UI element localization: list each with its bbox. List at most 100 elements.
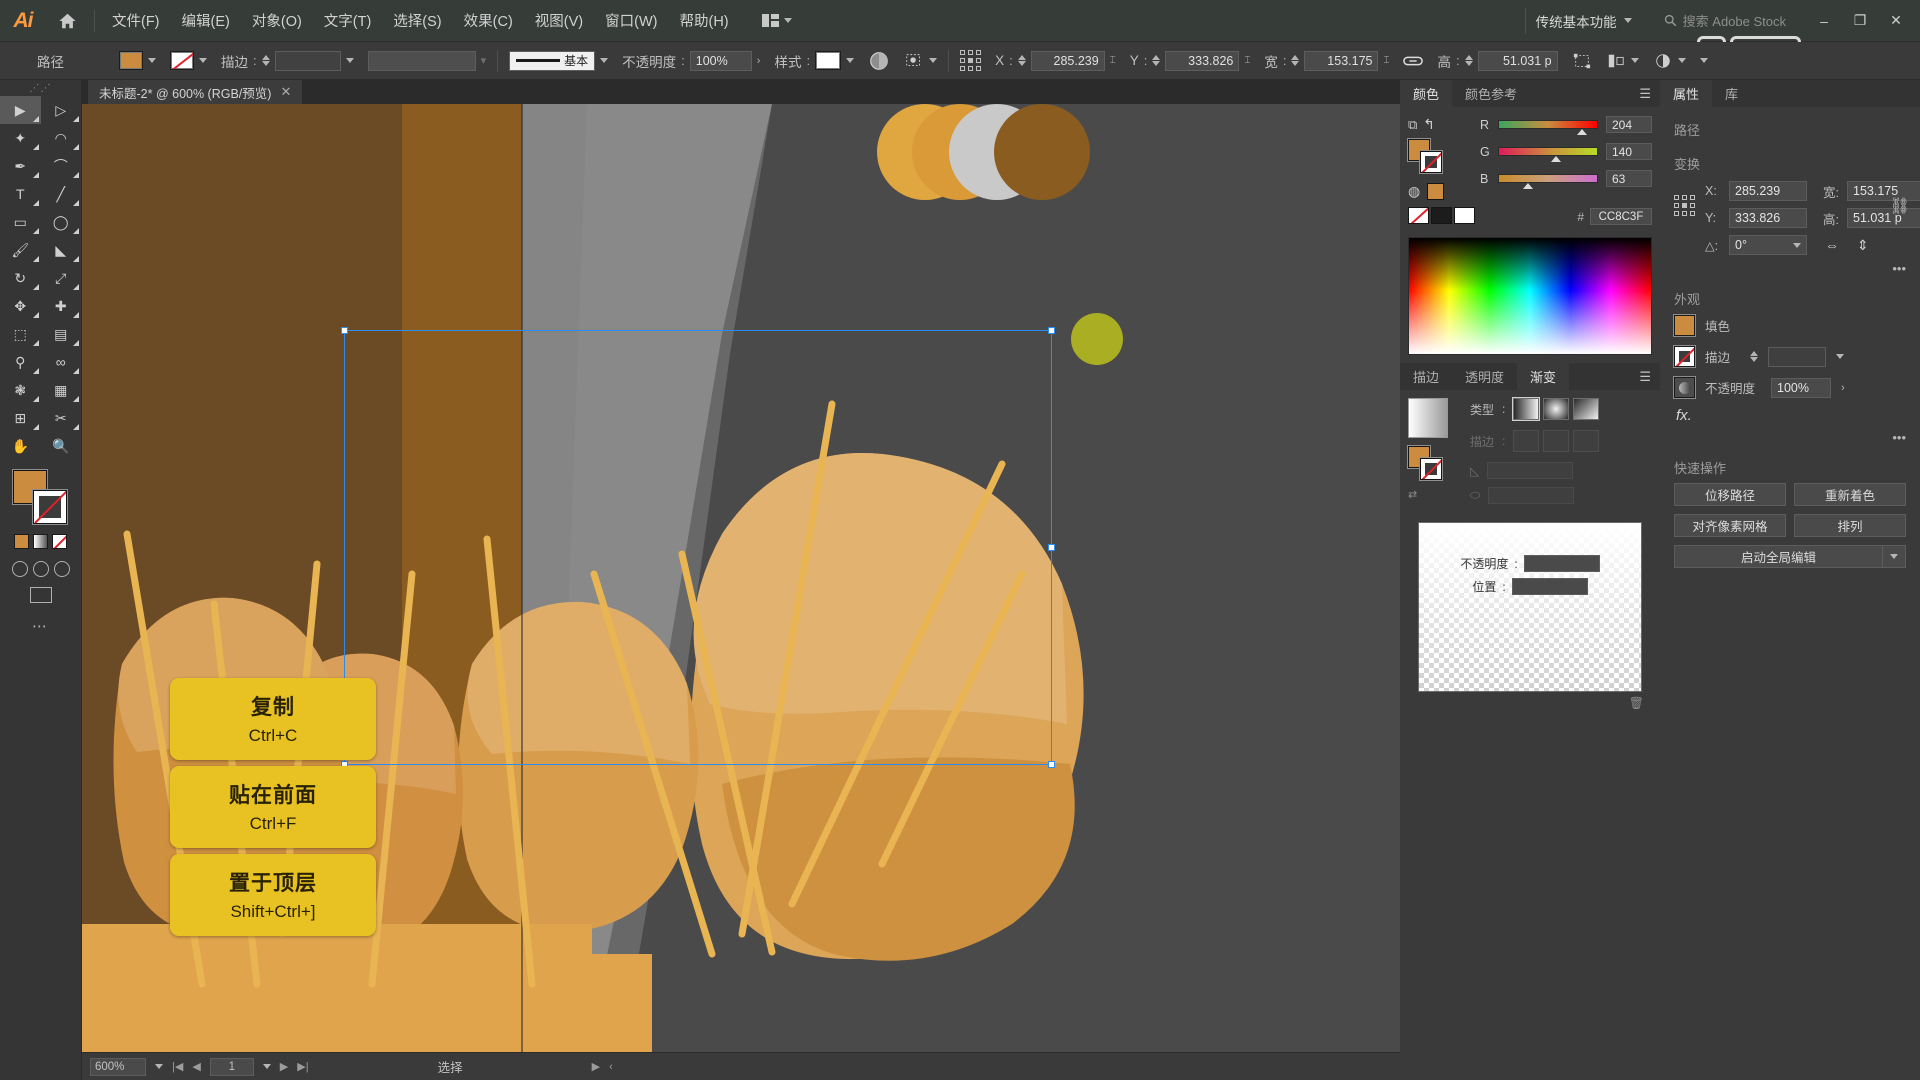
appearance-fill-swatch[interactable]: [1674, 315, 1695, 336]
hex-value-field[interactable]: CC8C3F: [1590, 208, 1652, 225]
appearance-stroke-stepper[interactable]: [1750, 351, 1759, 362]
shaper-tool[interactable]: ◣: [41, 236, 82, 264]
prev-page-icon[interactable]: ◀: [192, 1060, 200, 1073]
stroke-weight-control[interactable]: 描边 :: [214, 42, 361, 80]
symbol-sprayer-tool[interactable]: ❃: [0, 376, 41, 404]
w-field[interactable]: 153.175: [1304, 50, 1379, 71]
zoom-level-field[interactable]: 600%: [90, 1057, 146, 1076]
free-transform-tool[interactable]: ✚: [41, 292, 82, 320]
slice-tool[interactable]: ✂: [41, 404, 82, 432]
style-control[interactable]: 样式 :: [767, 42, 861, 80]
selection-handle-br[interactable]: [1048, 761, 1055, 768]
gradient-type-freeform[interactable]: [1573, 398, 1600, 420]
lasso-tool[interactable]: ◠: [41, 124, 82, 152]
prop-y-field[interactable]: 333.826: [1729, 208, 1807, 228]
stroke-weight-stepper[interactable]: [261, 55, 270, 66]
appearance-stroke-field[interactable]: [1768, 346, 1827, 367]
chevron-down-icon[interactable]: [148, 58, 156, 63]
rectangle-tool[interactable]: ▭: [0, 208, 41, 236]
toolbar-edit-icon[interactable]: ⋯: [0, 617, 81, 635]
brush-definition-control[interactable]: 基本: [502, 42, 615, 80]
selection-handle-tl[interactable]: [341, 327, 348, 334]
selection-handle-tr[interactable]: [1048, 327, 1055, 334]
flip-vertical-icon[interactable]: ⇕: [1857, 237, 1869, 254]
x-position-control[interactable]: X : 285.239 ⌶: [988, 42, 1123, 80]
canvas-artboard[interactable]: 复制 Ctrl+C 贴在前面 Ctrl+F 置于顶层 Shift+Ctrl+]: [82, 104, 1423, 1052]
panel-menu-icon[interactable]: ☰: [1639, 363, 1660, 390]
gradient-thumbnail[interactable]: [1408, 398, 1448, 438]
qa-offset-path[interactable]: 位移路径: [1674, 483, 1786, 506]
chevron-down-icon[interactable]: [1677, 58, 1686, 63]
color-stroke-swatch[interactable]: [1420, 151, 1442, 173]
chevron-down-icon[interactable]: [1836, 354, 1845, 359]
drawing-mode-inside-icon[interactable]: [53, 561, 70, 577]
h-field[interactable]: 51.031 p: [1477, 50, 1558, 71]
revert-color-icon[interactable]: ↰: [1423, 116, 1435, 133]
fill-stroke-indicator[interactable]: [12, 470, 69, 526]
appearance-fill-row[interactable]: 填色: [1660, 310, 1920, 341]
channel-value-g[interactable]: 140: [1606, 143, 1652, 160]
type-tool[interactable]: T: [0, 180, 41, 208]
first-page-icon[interactable]: |◀: [172, 1060, 183, 1073]
appearance-stroke-swatch[interactable]: [1674, 346, 1695, 367]
black-swatch-icon[interactable]: [1431, 207, 1452, 224]
hand-tool[interactable]: ✋: [0, 432, 41, 460]
x-stepper[interactable]: [1017, 55, 1026, 66]
color-button[interactable]: [14, 534, 29, 549]
gradient-reverse-icon[interactable]: ⇄: [1408, 488, 1460, 501]
reference-point-grid[interactable]: [1674, 195, 1695, 216]
qa-arrange[interactable]: 排列: [1794, 514, 1906, 537]
menu-window[interactable]: 窗口(W): [594, 0, 668, 42]
w-stepper[interactable]: [1291, 55, 1300, 66]
tab-gradient[interactable]: 渐变: [1517, 363, 1570, 390]
gradient-type-radial[interactable]: [1543, 398, 1570, 420]
swap-fill-stroke-icon[interactable]: ⧉: [1408, 117, 1417, 133]
chevron-down-icon[interactable]: [345, 58, 354, 63]
gradient-stroke-swatch[interactable]: [1420, 458, 1442, 480]
menu-select[interactable]: 选择(S): [382, 0, 452, 42]
none-swatch-icon[interactable]: [1408, 207, 1429, 224]
last-page-icon[interactable]: ▶|: [297, 1060, 308, 1073]
slider-b[interactable]: [1498, 174, 1598, 189]
qa-recolor[interactable]: 重新着色: [1794, 483, 1906, 506]
menu-edit[interactable]: 编辑(E): [171, 0, 241, 42]
menu-file[interactable]: 文件(F): [101, 0, 171, 42]
line-segment-tool[interactable]: ╱: [41, 180, 82, 208]
gradient-location-field[interactable]: [1511, 578, 1588, 595]
transform-more-options-icon[interactable]: •••: [1660, 255, 1920, 276]
h-stepper[interactable]: [1464, 55, 1473, 66]
tab-color[interactable]: 颜色: [1400, 80, 1453, 107]
gradient-delete-stop-icon[interactable]: 🗑: [1408, 696, 1652, 710]
workspace-selector[interactable]: 传统基本功能: [1524, 7, 1642, 34]
width-tool[interactable]: ✥: [0, 292, 41, 320]
chevron-down-icon[interactable]: [1883, 545, 1906, 568]
y-field[interactable]: 333.826: [1165, 50, 1240, 71]
prop-angle-field[interactable]: 0°: [1729, 235, 1807, 255]
tab-properties[interactable]: 属性: [1660, 80, 1713, 107]
menu-help[interactable]: 帮助(H): [668, 0, 739, 42]
page-number-field[interactable]: 1: [209, 1057, 254, 1076]
fill-color-control[interactable]: [112, 42, 163, 80]
direct-selection-tool[interactable]: ▷: [41, 96, 82, 124]
stroke-swatch-large[interactable]: [32, 490, 67, 524]
transform-button[interactable]: [1565, 42, 1599, 80]
stroke-weight-field[interactable]: [274, 50, 341, 71]
document-tab[interactable]: 未标题-2* @ 600% (RGB/预览) ✕: [88, 80, 304, 104]
appearance-stroke-row[interactable]: 描边: [1660, 341, 1920, 372]
gradient-button[interactable]: [33, 534, 48, 549]
artboard-tool[interactable]: ⊞: [0, 404, 41, 432]
selection-tool[interactable]: ▶: [0, 96, 41, 124]
menu-object[interactable]: 对象(O): [241, 0, 313, 42]
tab-stroke[interactable]: 描边: [1400, 363, 1452, 390]
brush-profile[interactable]: 基本: [509, 50, 596, 71]
height-control[interactable]: 高 : 51.031 p: [1430, 42, 1564, 80]
stroke-swatch-none[interactable]: [170, 51, 194, 70]
appearance-opacity-swatch[interactable]: [1674, 377, 1695, 398]
selection-handle-r[interactable]: [1048, 544, 1055, 551]
none-button[interactable]: [52, 534, 67, 549]
fill-swatch[interactable]: [119, 51, 143, 70]
chevron-down-icon[interactable]: [199, 58, 207, 63]
opacity-field[interactable]: 100%: [689, 50, 752, 71]
tab-color-guide[interactable]: 颜色参考: [1452, 80, 1530, 107]
opacity-extra-button[interactable]: [1646, 42, 1693, 80]
